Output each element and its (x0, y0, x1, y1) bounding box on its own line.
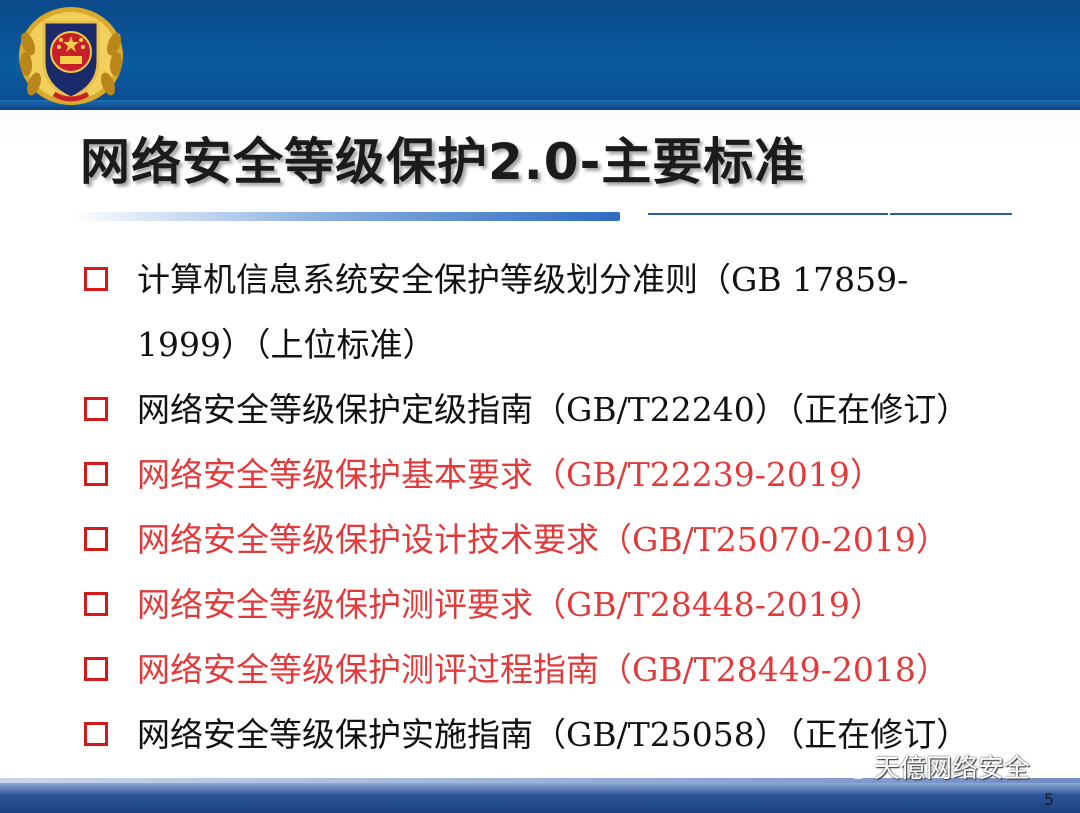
title-underline (70, 212, 620, 221)
list-item-text: 网络安全等级保护测评过程指南（GB/T28449-2018） (137, 650, 949, 689)
list-item-text: 网络安全等级保护设计技术要求（GB/T25070-2019） (137, 520, 949, 559)
watermark: 天億网络安全 (836, 748, 1030, 785)
list-item: 网络安全等级保护基本要求（GB/T22239-2019） (80, 442, 1070, 507)
header-band (0, 0, 1080, 110)
header-strip (0, 100, 1080, 110)
checkbox-bullet-icon (84, 722, 108, 746)
list-item-text: 网络安全等级保护定级指南（GB/T22240）（正在修订） (137, 390, 970, 429)
list-item-text-continued: 1999）（上位标准） (137, 325, 436, 364)
checkbox-bullet-icon (84, 657, 108, 681)
standards-list: 计算机信息系统安全保护等级划分准则（GB 17859- 1999）（上位标准） … (80, 247, 1070, 767)
list-item: 网络安全等级保护测评要求（GB/T28448-2019） (80, 572, 1070, 637)
list-item: 网络安全等级保护设计技术要求（GB/T25070-2019） (80, 507, 1070, 572)
title-rule-segment (648, 213, 888, 215)
checkbox-bullet-icon (84, 267, 108, 291)
footer-band (0, 783, 1080, 813)
checkbox-bullet-icon (84, 462, 108, 486)
list-item-text: 网络安全等级保护基本要求（GB/T22239-2019） (137, 455, 883, 494)
checkbox-bullet-icon (84, 592, 108, 616)
title-rule-segment (890, 213, 1012, 215)
list-item: 计算机信息系统安全保护等级划分准则（GB 17859- 1999）（上位标准） (80, 247, 1070, 377)
list-item: 网络安全等级保护定级指南（GB/T22240）（正在修订） (80, 377, 1070, 442)
list-item: 网络安全等级保护测评过程指南（GB/T28449-2018） (80, 637, 1070, 702)
police-emblem-icon (19, 7, 123, 105)
checkbox-bullet-icon (84, 527, 108, 551)
checkbox-bullet-icon (84, 397, 108, 421)
list-item-text: 网络安全等级保护测评要求（GB/T28448-2019） (137, 585, 883, 624)
slide-title: 网络安全等级保护2.0-主要标准 (80, 133, 806, 191)
list-item-text: 计算机信息系统安全保护等级划分准则（GB 17859- (137, 260, 909, 299)
watermark-text: 天億网络安全 (874, 754, 1031, 784)
page-number: 5 (1043, 790, 1054, 809)
wechat-icon (837, 754, 869, 779)
